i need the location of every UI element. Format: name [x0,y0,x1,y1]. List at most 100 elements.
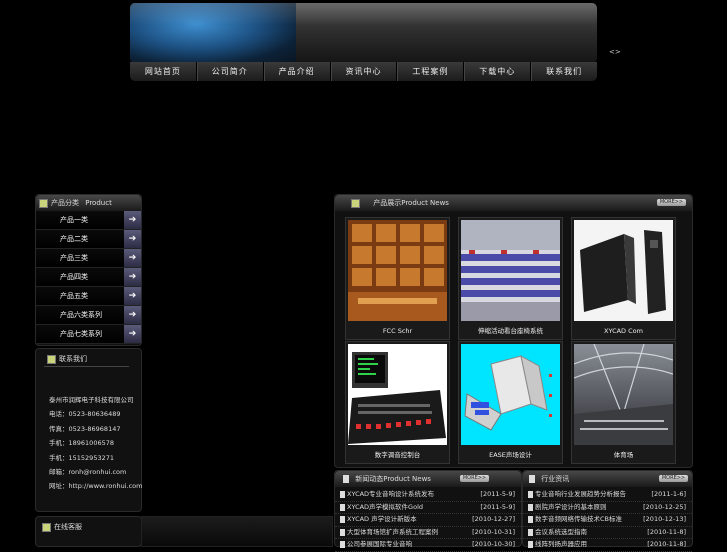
news-row[interactable]: XYCAD专业音响设计系统发布 [2011-5-9] [335,489,521,502]
document-icon [340,491,345,498]
arrow-right-icon: ➔ [124,306,141,324]
product-card-4[interactable]: 数字调音控制台 [345,341,450,464]
showcase-title: 产品展示Product News [373,199,449,207]
news-date: [2010-12-25] [643,502,686,511]
product-category-panel: 产品分类 Product 产品一类 ➔ 产品二类 ➔ 产品三类 ➔ 产品四类 ➔ 产品五… [35,194,142,346]
speaker-cabinet-photo [574,220,673,321]
news-row[interactable]: XYCAD 声学设计新版本 [2010-12-27] [335,514,521,527]
category-label: 产品二类 [60,235,88,243]
cad-model-render [461,344,560,445]
news-title: 专业音响行业发展趋势分析报告 [535,490,626,498]
document-icon [343,475,349,483]
product-caption: FCC Schr [382,327,413,335]
company-name: 泰州市润辉电子科技有限公司 [49,396,134,404]
stadium-seats-photo [461,220,560,321]
news-row[interactable]: 剧院声学设计的基本原则 [2010-12-25] [523,502,692,514]
news-date: [2010-11-8] [647,527,686,536]
news-date: [2010-12-27] [472,515,515,523]
news-row[interactable]: XYCAD声学模拟软件Gold [2011-5-9] [335,502,521,514]
category-item-2[interactable]: 产品二类 ➔ [36,230,141,249]
divider [44,366,129,367]
nav-news[interactable]: 资讯中心 [331,62,398,81]
product-card-3[interactable]: XYCAD Com [571,217,676,340]
contact-website[interactable]: 网址：http://www.ronhui.com [49,480,142,490]
news-date: [2011-5-9] [480,490,515,498]
category-label: 产品一类 [60,216,88,224]
contact-phone: 电话：0523-80636489 [49,410,121,418]
category-label: 产品七类系列 [60,330,102,338]
category-item-4[interactable]: 产品四类 ➔ [36,268,141,287]
contact-mobile-1: 手机：18961006578 [49,439,114,447]
category-label: 产品三类 [60,254,88,262]
contact-mobile-2: 手机：15152953271 [49,454,114,462]
category-header: 产品分类 Product [36,195,141,211]
side-marker: <> [609,48,621,56]
contact-fax: 传真：0523-86968147 [49,425,121,433]
arrow-right-icon: ➔ [124,211,141,229]
document-icon [340,528,345,536]
news-row[interactable]: 专业音响行业发展趋势分析报告 [2011-1-6] [523,489,692,502]
nav-about[interactable]: 公司简介 [197,62,264,81]
news-title: XYCAD 声学设计新版本 [347,515,417,523]
product-caption: 伸缩活动看台座椅系统 [478,327,543,335]
product-card-2[interactable]: 伸缩活动看台座椅系统 [458,217,563,340]
showcase-more-button[interactable]: MORE>> [657,199,686,206]
flag-icon [47,354,56,364]
flag-icon [42,522,51,532]
nav-downloads[interactable]: 下载中心 [464,62,532,81]
news-row[interactable]: 线阵列扬声器应用 [2010-11-8] [523,539,692,552]
header-banner [130,3,597,63]
nav-contact[interactable]: 联系我们 [531,62,597,81]
news-date: [2011-5-9] [480,502,515,511]
news-row[interactable]: 公司参展国际专业音响 [2010-10-30] [335,539,521,552]
category-item-5[interactable]: 产品五类 ➔ [36,287,141,306]
online-service-header: 在线客服 [39,522,82,532]
wood-ceiling-photo [348,220,447,321]
document-icon [528,516,533,523]
news-row[interactable]: 大型体育场馆扩声系统工程案例 [2010-10-31] [335,527,521,539]
document-icon [528,491,533,498]
online-service-title: 在线客服 [54,523,82,531]
news-title: 大型体育场馆扩声系统工程案例 [347,527,438,536]
news-date: [2010-10-31] [472,527,515,536]
product-card-5[interactable]: EASE声场设计 [458,341,563,464]
nav-products[interactable]: 产品介绍 [264,62,331,81]
document-icon [528,528,533,536]
product-card-1[interactable]: FCC Schr [345,217,450,340]
news-right-title: 行业资讯 [541,475,570,483]
news-date: [2011-1-6] [651,490,686,498]
product-caption: XYCAD Com [604,327,643,335]
contact-header: 联系我们 [44,354,87,364]
arrow-right-icon: ➔ [124,268,141,286]
product-card-6[interactable]: 体育场 [571,341,676,464]
mixing-console-photo [348,344,447,445]
news-title: 会议系统选型指南 [535,527,587,536]
nav-home[interactable]: 网站首页 [130,62,197,81]
document-icon [340,516,345,523]
category-item-3[interactable]: 产品三类 ➔ [36,249,141,268]
news-left-more-button[interactable]: MORE>> [460,475,489,482]
flag-icon [351,198,360,208]
product-caption: 体育场 [613,451,634,459]
product-caption: EASE声场设计 [489,451,532,459]
category-item-1[interactable]: 产品一类 ➔ [36,211,141,230]
showcase-header: 产品展示Product News MORE>> [335,195,692,211]
arrow-right-icon: ➔ [124,325,141,343]
category-item-7[interactable]: 产品七类系列 ➔ [36,325,141,344]
news-title: 剧院声学设计的基本原则 [535,502,607,511]
news-row[interactable]: 数字音频网络传输技术CB标准 [2010-12-13] [523,514,692,527]
news-panel-right: 行业资讯 MORE>> 专业音响行业发展趋势分析报告 [2011-1-6] 剧院声… [522,470,693,552]
news-left-title: 新闻动态Product News [355,475,431,483]
news-row[interactable]: 会议系统选型指南 [2010-11-8] [523,527,692,539]
news-panel-left: 新闻动态Product News MORE>> XYCAD专业音响设计系统发布 [… [334,470,522,552]
document-icon [529,475,535,483]
contact-title: 联系我们 [59,355,87,363]
news-left-header: 新闻动态Product News MORE>> [335,471,521,487]
nav-cases[interactable]: 工程案例 [397,62,465,81]
news-right-header: 行业资讯 MORE>> [523,471,692,487]
contact-email[interactable]: 邮箱：ronh@ronhui.com [49,466,126,476]
category-item-6[interactable]: 产品六类系列 ➔ [36,306,141,325]
news-right-more-button[interactable]: MORE>> [659,475,688,482]
category-label: 产品六类系列 [60,311,102,319]
main-nav: 网站首页 公司简介 产品介绍 资讯中心 工程案例 下载中心 联系我们 [130,62,597,81]
